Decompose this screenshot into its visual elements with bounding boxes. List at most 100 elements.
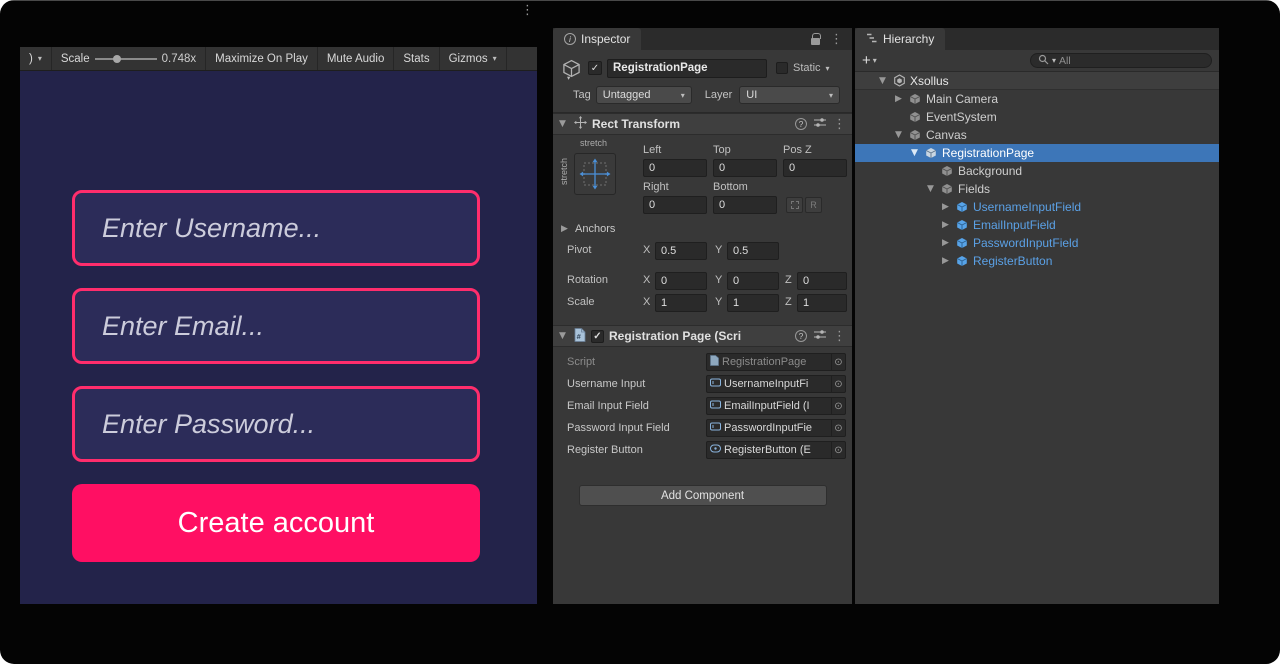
username-input-object-field[interactable]: UsernameInputFi ⊙ — [706, 375, 846, 393]
email-input[interactable]: Enter Email... — [72, 288, 480, 364]
left-field[interactable]: 0 — [643, 159, 707, 177]
scale-y-field[interactable]: 1 — [727, 294, 779, 312]
scale-slider[interactable] — [95, 54, 157, 64]
object-picker-icon[interactable]: ⊙ — [831, 442, 845, 458]
password-input[interactable]: Enter Password... — [72, 386, 480, 462]
tab-hierarchy[interactable]: Hierarchy — [855, 28, 945, 50]
context-menu-icon[interactable]: ⋮ — [833, 118, 846, 131]
password-input-object-field[interactable]: PasswordInputFie ⊙ — [706, 419, 846, 437]
blueprint-mode-button[interactable] — [786, 197, 803, 213]
object-picker-icon[interactable]: ⊙ — [831, 376, 845, 392]
chevron-down-icon: ▾ — [873, 57, 877, 65]
stats-button[interactable]: Stats — [394, 47, 439, 70]
rotation-z-field[interactable]: 0 — [797, 272, 847, 290]
pivot-y-field[interactable]: 0.5 — [727, 242, 779, 260]
static-label: Static — [793, 62, 821, 74]
hierarchy-row-scene-xsollus[interactable]: ▼ Xsollus — [855, 72, 1219, 90]
foldout-closed-icon[interactable]: ▶ — [942, 202, 956, 212]
object-picker-icon[interactable]: ⊙ — [831, 354, 845, 370]
section-title: Rect Transform — [592, 117, 680, 131]
axis-y-label: Y — [715, 244, 722, 256]
script-object-field[interactable]: RegistrationPage ⊙ — [706, 353, 846, 371]
help-icon[interactable]: ? — [795, 330, 807, 342]
static-dropdown-icon[interactable]: ▾ — [826, 64, 830, 73]
display-dropdown[interactable]: ) ▾ — [20, 47, 52, 70]
search-filter-dropdown-icon[interactable]: ▾ — [1052, 56, 1056, 65]
property-label: Password Input Field — [567, 422, 706, 434]
add-component-button[interactable]: Add Component — [579, 485, 827, 506]
section-actions: ? ⋮ — [795, 117, 846, 131]
foldout-open-icon[interactable]: ▼ — [559, 331, 569, 341]
hierarchy-row-fields[interactable]: ▼ Fields — [855, 180, 1219, 198]
foldout-open-icon[interactable]: ▼ — [895, 130, 909, 140]
hierarchy-row-eventsystem[interactable]: EventSystem — [855, 108, 1219, 126]
hierarchy-row-background[interactable]: Background — [855, 162, 1219, 180]
gameobject-cube-icon[interactable]: ▾ — [559, 56, 583, 80]
foldout-closed-icon[interactable]: ▶ — [942, 256, 956, 266]
maximize-on-play-button[interactable]: Maximize On Play — [206, 47, 318, 70]
static-checkbox[interactable] — [776, 62, 788, 74]
mute-audio-button[interactable]: Mute Audio — [318, 47, 395, 70]
foldout-closed-icon[interactable]: ▶ — [942, 238, 956, 248]
foldout-open-icon[interactable]: ▼ — [559, 119, 569, 129]
scale-z-field[interactable]: 1 — [797, 294, 847, 312]
hierarchy-row-canvas[interactable]: ▼ Canvas — [855, 126, 1219, 144]
foldout-closed-icon[interactable]: ▶ — [942, 220, 956, 230]
scale-slider-thumb[interactable] — [113, 55, 121, 63]
gameobject-name-row: ▾ ✓ RegistrationPage Static ▾ — [559, 56, 846, 80]
presets-icon[interactable] — [814, 329, 826, 343]
property-label: Register Button — [567, 444, 706, 456]
raw-edit-mode-button[interactable]: R — [805, 197, 822, 213]
email-input-object-field[interactable]: EmailInputField (I ⊙ — [706, 397, 846, 415]
hierarchy-row-main-camera[interactable]: ▶ Main Camera — [855, 90, 1219, 108]
anchors-foldout[interactable]: ▶ Anchors — [561, 223, 615, 235]
name-field[interactable]: RegistrationPage — [607, 59, 767, 78]
scale-x-field[interactable]: 1 — [655, 294, 707, 312]
lock-icon[interactable] — [811, 38, 820, 45]
hierarchy-row-emailinputfield[interactable]: ▶ EmailInputField — [855, 216, 1219, 234]
bottom-field[interactable]: 0 — [713, 196, 777, 214]
help-icon[interactable]: ? — [795, 118, 807, 130]
context-menu-icon[interactable]: ⋮ — [833, 330, 846, 343]
rotation-label: Rotation — [567, 274, 608, 286]
foldout-open-icon[interactable]: ▼ — [927, 184, 941, 194]
component-enabled-checkbox[interactable]: ✓ — [591, 330, 604, 343]
script-component-header[interactable]: ▼ # ✓ Registration Page (Scri ? ⋮ — [553, 325, 852, 347]
object-name: Background — [958, 164, 1022, 178]
hierarchy-row-usernameinputfield[interactable]: ▶ UsernameInputField — [855, 198, 1219, 216]
register-button-object-field[interactable]: RegisterButton (E ⊙ — [706, 441, 846, 459]
cube-icon — [909, 111, 926, 123]
create-object-button[interactable]: + ▾ — [862, 53, 877, 68]
scale-label: Scale — [567, 296, 595, 308]
hierarchy-row-passwordinputfield[interactable]: ▶ PasswordInputField — [855, 234, 1219, 252]
username-input[interactable]: Enter Username... — [72, 190, 480, 266]
cube-icon — [925, 147, 942, 159]
inspector-menu-icon[interactable]: ⋮ — [830, 33, 843, 46]
layer-dropdown[interactable]: UI ▾ — [739, 86, 840, 104]
hierarchy-row-registrationpage[interactable]: ▼ RegistrationPage — [855, 144, 1219, 162]
foldout-closed-icon[interactable]: ▶ — [895, 94, 909, 104]
foldout-open-icon[interactable]: ▼ — [911, 148, 925, 158]
script-component-body: Script RegistrationPage ⊙ Username Input… — [553, 347, 852, 459]
gizmos-dropdown[interactable]: Gizmos ▾ — [440, 47, 507, 70]
active-checkbox[interactable]: ✓ — [588, 61, 602, 75]
object-picker-icon[interactable]: ⊙ — [831, 420, 845, 436]
hierarchy-search-input[interactable]: ▾ All — [1030, 53, 1212, 68]
create-account-button[interactable]: Create account — [72, 484, 480, 562]
rect-transform-header[interactable]: ▼ Rect Transform ? ⋮ — [553, 113, 852, 135]
tab-inspector[interactable]: i Inspector — [553, 28, 641, 50]
object-picker-icon[interactable]: ⊙ — [831, 398, 845, 414]
foldout-open-icon[interactable]: ▼ — [879, 76, 893, 86]
hierarchy-row-registerbutton[interactable]: ▶ RegisterButton — [855, 252, 1219, 270]
rotation-y-field[interactable]: 0 — [727, 272, 779, 290]
posz-field[interactable]: 0 — [783, 159, 847, 177]
pivot-x-field[interactable]: 0.5 — [655, 242, 707, 260]
inspector-tab-actions: ⋮ — [811, 28, 852, 50]
top-field[interactable]: 0 — [713, 159, 777, 177]
rotation-x-field[interactable]: 0 — [655, 272, 707, 290]
game-tab-menu-icon[interactable]: ⋮ — [521, 4, 534, 17]
tag-dropdown[interactable]: Untagged ▾ — [596, 86, 692, 104]
anchor-presets-button[interactable] — [574, 153, 616, 195]
presets-icon[interactable] — [814, 117, 826, 131]
right-field[interactable]: 0 — [643, 196, 707, 214]
